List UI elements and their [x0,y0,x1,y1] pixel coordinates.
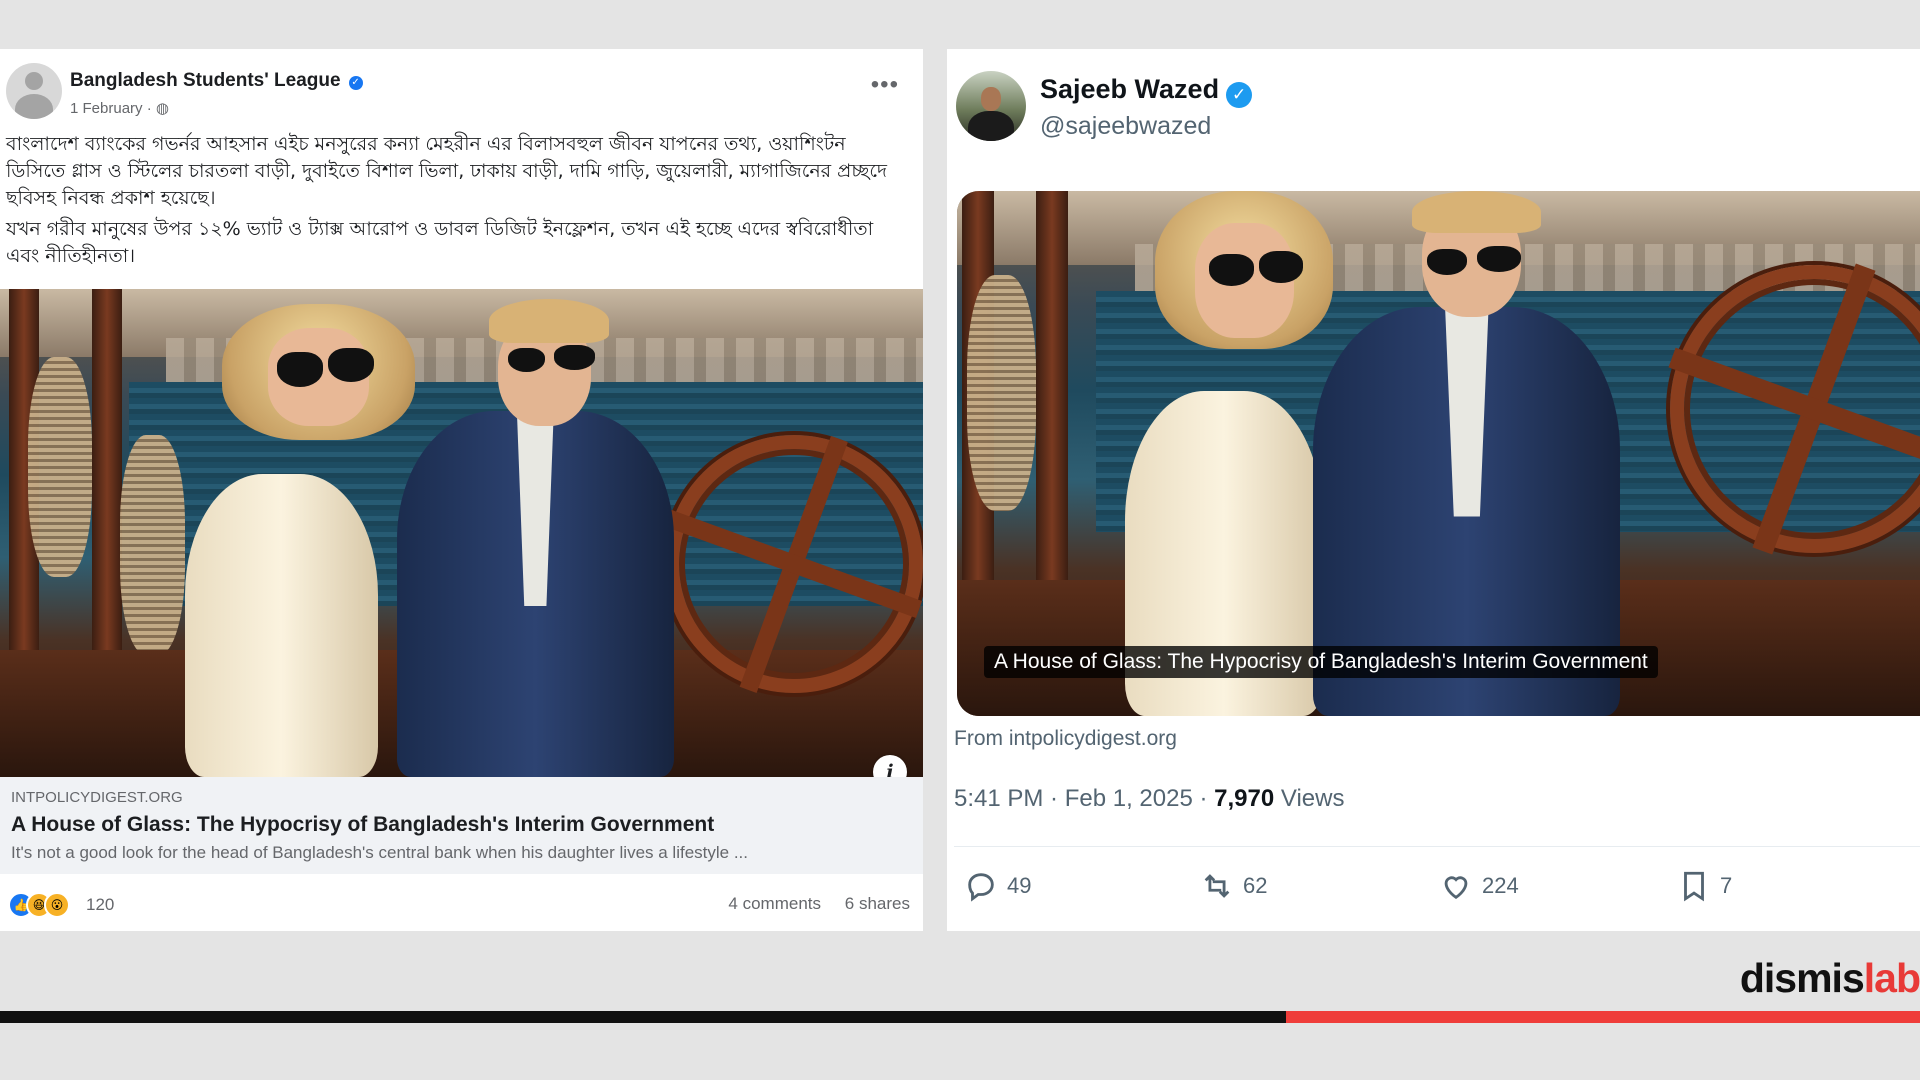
time-date[interactable]: 5:41 PM · Feb 1, 2025 · [954,785,1214,812]
facebook-post-card: Bangladesh Students' League ✓ 1 February … [0,49,923,931]
display-name: Sajeeb Wazed [1040,74,1220,104]
tweet-timestamp: 5:41 PM · Feb 1, 2025 · 7,970 Views [954,785,1344,813]
verified-badge-icon: ✓ [1226,82,1253,108]
post-link-image[interactable] [0,289,923,777]
brand-name-part: dismis [1739,955,1865,1001]
wow-reaction-icon: 😮 [44,892,70,918]
post-date[interactable]: 1 February [70,100,143,117]
retweet-button[interactable]: 62 [1200,869,1267,903]
tweet-link-image[interactable]: A House of Glass: The Hypocrisy of Bangl… [957,191,1920,716]
page-name: Bangladesh Students' League [70,70,341,91]
views-count: 7,970 [1214,785,1275,812]
reply-count: 49 [1007,873,1032,898]
more-options-icon[interactable]: ••• [871,71,899,99]
link-description: It's not a good look for the head of Ban… [11,843,749,862]
bookmark-count: 7 [1720,873,1733,898]
like-count: 224 [1482,873,1519,898]
link-preview[interactable]: INTPOLICYDIGEST.ORG A House of Glass: Th… [0,777,923,874]
reply-button[interactable]: 49 [964,869,1031,903]
tweet-card: Sajeeb Wazed ✓ @sajeebwazed A House of Gl… [947,49,1920,931]
divider [954,846,1920,847]
brand-name-accent: lab [1863,955,1920,1001]
post-meta: 1 February · ◍ [70,100,169,117]
profile-avatar[interactable] [956,71,1026,141]
shares-count[interactable]: 6 shares [845,894,910,914]
video-progress-bar[interactable] [0,1011,1920,1023]
comments-count[interactable]: 4 comments [728,894,821,914]
caption-paragraph: যখন গরীব মানুষের উপর ১২% ভ্যাট ও ট্যাক্স… [6,218,874,267]
video-progress-fill [1286,1011,1920,1023]
page-name-link[interactable]: Bangladesh Students' League ✓ [70,70,363,92]
caption-paragraph: বাংলাদেশ ব্যাংকের গভর্নর আহসান এইচ মনসুর… [6,133,887,209]
retweet-count: 62 [1243,873,1268,898]
verified-badge-icon: ✓ [348,76,363,90]
globe-icon: ◍ [155,100,169,117]
user-handle[interactable]: @sajeebwazed [1040,112,1211,141]
heart-icon [1444,876,1468,900]
page-avatar[interactable] [6,63,62,119]
display-name-link[interactable]: Sajeeb Wazed ✓ [1040,74,1253,108]
link-title[interactable]: A House of Glass: The Hypocrisy of Bangl… [11,813,714,837]
post-caption: বাংলাদেশ ব্যাংকের গভর্নর আহসান এইচ মনসুর… [6,131,906,274]
brand-logo: dismislab [1740,955,1920,1002]
reaction-count: 120 [86,895,115,914]
like-button[interactable]: 224 [1439,869,1519,903]
retweet-icon [1204,874,1230,898]
views-label: Views [1274,785,1345,812]
link-source[interactable]: From intpolicydigest.org [954,727,1177,751]
image-title-overlay: A House of Glass: The Hypocrisy of Bangl… [984,646,1658,678]
link-domain: INTPOLICYDIGEST.ORG [11,789,183,806]
bookmark-button[interactable]: 7 [1677,869,1732,903]
bookmark-icon [1684,871,1704,902]
reply-icon [968,873,994,902]
